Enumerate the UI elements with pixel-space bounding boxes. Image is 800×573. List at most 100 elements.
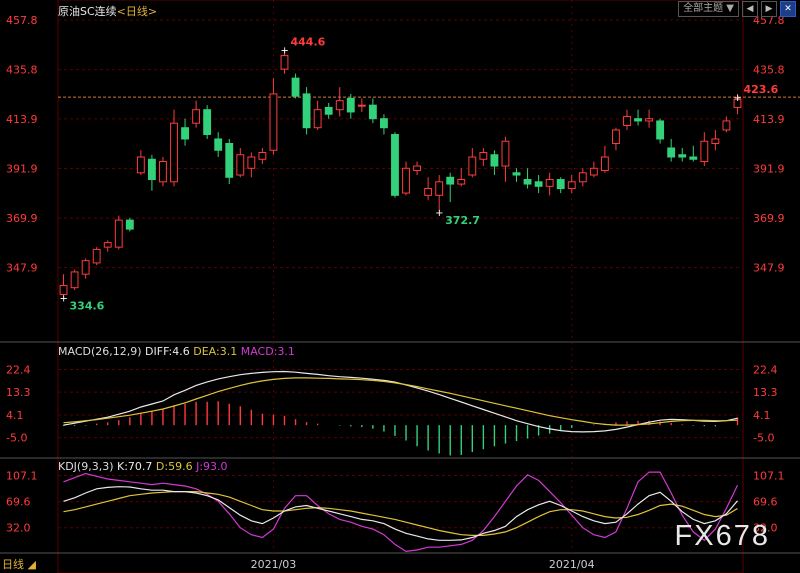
candle-body-23 [313,109,322,129]
candle-body-28 [368,104,377,120]
x-tick-label-1: 2021/04 [549,558,595,571]
candle-body-40 [501,140,510,167]
kdj-params: KDJ(9,3,3) [58,460,114,473]
candle-body-51 [623,115,631,126]
instrument-name: 原油SC连续 [58,5,117,18]
price-tick-label-left-4: 369.9 [6,212,38,225]
price-tick-label-right-3: 391.9 [753,163,785,176]
kdj-tick-label-left-1: 69.6 [6,496,31,509]
kdj-tick-label-right-1: 69.6 [753,496,778,509]
close-icon[interactable]: ✕ [780,1,796,17]
period-button-label: 日线 [2,558,24,571]
candle-body-17 [247,156,256,169]
candle-body-43 [534,181,543,187]
candle-body-39 [490,154,499,167]
candle-body-44 [545,179,554,187]
price-tick-label-left-1: 435.8 [6,64,38,77]
candle-body-57 [689,156,698,160]
annotation-label-2: 334.6 [70,300,105,313]
macd-tick-label-left-3: -5.0 [6,432,27,445]
kdj-j-line [63,471,739,553]
candle-body-42 [523,179,532,185]
candle-body-29 [380,118,388,129]
annotation-label-0: 444.6 [290,36,325,49]
candle-body-12 [192,109,201,124]
candle-body-48 [589,167,598,176]
annotation-label-1: 372.7 [445,214,480,227]
candle-body-46 [567,181,576,190]
price-tick-label-right-2: 413.9 [753,113,785,126]
candle-body-50 [612,129,620,144]
candle-body-26 [346,97,355,113]
kdj-k-value: K:70.7 [117,460,153,473]
kdj-tick-label-right-0: 107.1 [753,469,785,482]
candle-body-1 [70,271,79,289]
macd-tick-label-right-0: 22.4 [753,363,778,376]
kdj-tick-label-left-0: 107.1 [6,469,38,482]
x-tick-label-0: 2021/03 [251,558,297,571]
price-tick-label-left-5: 347.9 [6,262,38,275]
candle-body-52 [634,118,642,122]
price-tick-label-right-4: 369.9 [753,212,785,225]
watermark-logo: FX678 [674,520,770,552]
period-button[interactable]: 日线 ◢ [2,556,36,572]
macd-header: MACD(26,12,9) DIFF:4.6 DEA:3.1 MACD:3.1 [58,345,295,358]
candle-body-47 [578,172,587,183]
candle-body-7 [136,156,145,174]
macd-tick-label-right-3: -5.0 [753,432,774,445]
candle-body-32 [413,165,421,172]
macd-tick-label-right-1: 13.3 [753,386,778,399]
corner-arrow-icon: ◢ [27,558,36,571]
candle-body-27 [357,104,366,107]
candle-body-6 [125,219,134,230]
candle-body-38 [479,152,488,160]
arrow-right-icon[interactable]: ▶ [761,1,777,17]
candle-body-45 [556,179,565,190]
candle-body-41 [512,172,521,176]
candle-body-15 [225,142,234,178]
candle-body-25 [335,100,344,111]
chart-title: 原油SC连续<日线> [58,3,157,19]
macd-dea-value: DEA:3.1 [193,345,238,358]
candle-body-35 [446,176,455,185]
chevron-down-icon: ▼ [726,3,734,14]
annotation-marker-0: + [280,46,288,57]
annotation-marker-1: + [435,208,443,219]
period-label[interactable]: <日线> [117,5,157,18]
candle-body-53 [645,118,654,122]
macd-tick-label-left-1: 13.3 [6,386,31,399]
candle-body-58 [700,140,709,163]
candle-body-33 [424,188,433,196]
candle-body-10 [170,122,178,183]
kdj-j-value: J:93.0 [196,460,228,473]
candle-body-22 [302,93,311,129]
candle-body-13 [203,109,212,135]
kdj-tick-label-left-2: 32.0 [6,522,31,535]
macd-tick-label-left-0: 22.4 [6,363,31,376]
theme-select-value: 全部主题 [683,3,724,14]
candle-body-18 [258,152,267,160]
candle-body-60 [722,120,731,131]
candle-body-49 [600,156,609,172]
candle-body-5 [114,219,123,248]
macd-tick-label-left-2: 4.1 [6,409,24,422]
candle-body-31 [402,167,410,194]
candle-body-36 [457,179,466,185]
theme-select[interactable]: 全部主题 ▼ [678,1,739,17]
arrow-left-icon[interactable]: ◀ [742,1,758,17]
candle-body-56 [678,154,687,158]
candle-body-2 [81,260,90,275]
annotation-marker-3: + [733,93,741,104]
kdj-d-line [63,491,738,537]
candle-body-8 [147,158,156,181]
macd-params: MACD(26,12,9) [58,345,142,358]
plot-frame [57,0,744,573]
candle-body-4 [103,242,112,248]
kdj-d-value: D:59.6 [155,460,193,473]
candle-body-3 [92,248,101,264]
candle-body-30 [391,133,399,196]
macd-tick-label-right-2: 4.1 [753,409,771,422]
candle-body-21 [291,77,300,97]
chart-canvas: 457.8 457.8435.8 435.8413.9 413.9391.9 391.9… [0,0,800,573]
price-tick-label-right-1: 435.8 [753,64,785,77]
